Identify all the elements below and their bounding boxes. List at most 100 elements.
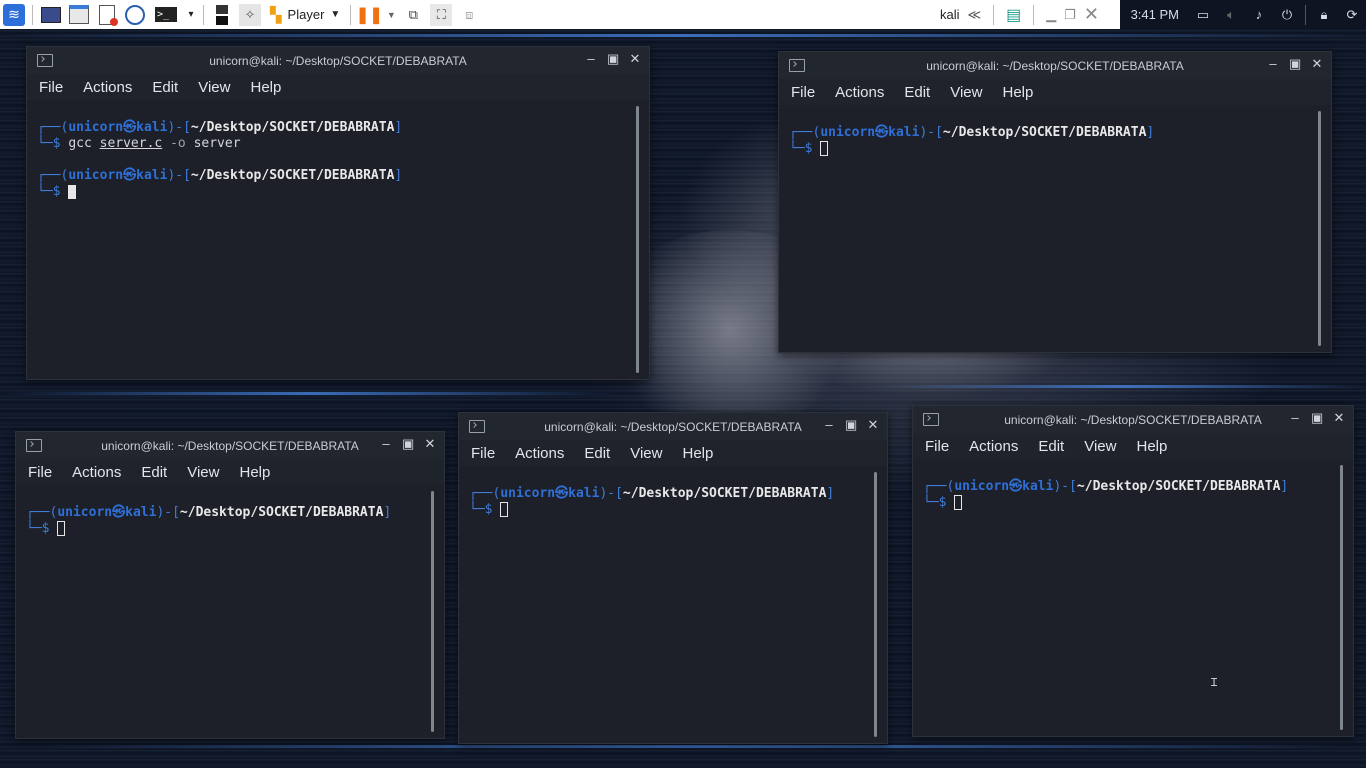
minimize-button[interactable]: – xyxy=(1267,56,1279,72)
menu-view[interactable]: View xyxy=(187,464,219,481)
menu-file[interactable]: File xyxy=(925,438,949,455)
close-button[interactable]: ✕ xyxy=(424,436,436,452)
close-button[interactable]: ✕ xyxy=(867,417,879,433)
clock[interactable]: 3:41 PM xyxy=(1131,7,1179,22)
menu-edit[interactable]: Edit xyxy=(1038,438,1064,455)
fullscreen-icon[interactable]: ⛶ xyxy=(430,3,453,26)
scrollbar[interactable] xyxy=(636,106,639,373)
power-icon[interactable]: ⏻ xyxy=(1277,5,1297,25)
menu-edit[interactable]: Edit xyxy=(584,445,610,462)
workspace-switcher-icon[interactable] xyxy=(211,4,233,26)
menu-edit[interactable]: Edit xyxy=(152,79,178,96)
title-bar[interactable]: unicorn@kali: ~/Desktop/SOCKET/DEBABRATA… xyxy=(779,52,1331,79)
terminal-output[interactable]: ┌──(unicorn㉿kali)-[~/Desktop/SOCKET/DEBA… xyxy=(779,105,1331,352)
display-icon[interactable]: ▭ xyxy=(1193,5,1213,25)
logout-icon[interactable]: ⟳ xyxy=(1342,5,1362,25)
pin-icon[interactable]: ✧ xyxy=(239,3,261,26)
terminal-icon[interactable]: >_ xyxy=(152,4,180,26)
prompt-line: ┌──(unicorn㉿kali)-[~/Desktop/SOCKET/DEBA… xyxy=(789,125,1155,140)
window-title: unicorn@kali: ~/Desktop/SOCKET/DEBABRATA xyxy=(209,53,467,68)
scrollbar[interactable] xyxy=(874,472,877,737)
player-menu[interactable]: ▚ Player ▼ xyxy=(264,6,346,24)
input-line: └─$ xyxy=(26,521,444,537)
scrollbar[interactable] xyxy=(431,491,434,732)
terminal-window[interactable]: unicorn@kali: ~/Desktop/SOCKET/DEBABRATA… xyxy=(26,46,650,380)
file-manager-icon[interactable] xyxy=(68,4,90,26)
menu-actions[interactable]: Actions xyxy=(969,438,1018,455)
menu-actions[interactable]: Actions xyxy=(83,79,132,96)
maximize-button[interactable]: ▣ xyxy=(402,436,414,452)
double-chevron-left-icon[interactable]: ≪ xyxy=(968,7,982,23)
menu-actions[interactable]: Actions xyxy=(835,84,884,101)
menu-view[interactable]: View xyxy=(198,79,230,96)
terminal-window[interactable]: unicorn@kali: ~/Desktop/SOCKET/DEBABRATA… xyxy=(778,51,1332,353)
terminal-window[interactable]: unicorn@kali: ~/Desktop/SOCKET/DEBABRATA… xyxy=(15,431,445,739)
menu-help[interactable]: Help xyxy=(239,464,270,481)
menu-file[interactable]: File xyxy=(471,445,495,462)
maximize-button[interactable]: ▣ xyxy=(607,51,619,67)
menu-actions[interactable]: Actions xyxy=(515,445,564,462)
title-bar[interactable]: unicorn@kali: ~/Desktop/SOCKET/DEBABRATA… xyxy=(16,432,444,459)
text-cursor xyxy=(954,495,963,510)
close-button[interactable]: ✕ xyxy=(1333,410,1345,426)
close-button[interactable]: ✕ xyxy=(629,51,641,67)
chevron-down-icon[interactable]: ▾ xyxy=(186,4,196,26)
text-cursor xyxy=(820,141,829,156)
scrollbar[interactable] xyxy=(1318,111,1321,346)
user-label[interactable]: kali xyxy=(940,7,960,22)
menu-view[interactable]: View xyxy=(1084,438,1116,455)
user-area: kali ≪ ▤ ▁ ❐ ✕ xyxy=(930,0,1099,29)
lock-icon[interactable]: 🔒︎ xyxy=(1314,5,1334,25)
menu-bar: File Actions Edit View Help xyxy=(16,459,444,485)
prompt-line: ┌──(unicorn㉿kali)-[~/Desktop/SOCKET/DEBA… xyxy=(923,479,1289,494)
minimize-button[interactable]: – xyxy=(585,51,597,67)
notes-icon[interactable]: ▤ xyxy=(1006,5,1021,25)
prompt-line: ┌──(unicorn㉿kali)-[~/Desktop/SOCKET/DEBA… xyxy=(37,168,403,183)
minimize-all-icon[interactable]: ▁ xyxy=(1046,7,1056,23)
menu-file[interactable]: File xyxy=(39,79,63,96)
terminal-output[interactable]: ┌──(unicorn㉿kali)-[~/Desktop/SOCKET/DEBA… xyxy=(913,459,1353,736)
volume-icon[interactable]: 🔈︎ xyxy=(1221,5,1241,25)
menu-bar: File Actions Edit View Help xyxy=(779,79,1331,105)
menu-edit[interactable]: Edit xyxy=(141,464,167,481)
terminal-window[interactable]: unicorn@kali: ~/Desktop/SOCKET/DEBABRATA… xyxy=(912,405,1354,737)
maximize-button[interactable]: ▣ xyxy=(845,417,857,433)
title-bar[interactable]: unicorn@kali: ~/Desktop/SOCKET/DEBABRATA… xyxy=(913,406,1353,433)
kali-menu-icon[interactable]: ≋ xyxy=(3,3,25,26)
restore-icon[interactable]: ❐ xyxy=(1064,7,1076,23)
web-browser-icon[interactable] xyxy=(124,4,146,26)
minimize-button[interactable]: – xyxy=(380,436,392,452)
bell-icon[interactable]: ♪ xyxy=(1249,5,1269,25)
menu-edit[interactable]: Edit xyxy=(904,84,930,101)
close-button[interactable]: ✕ xyxy=(1311,56,1323,72)
terminal-icon xyxy=(789,59,805,72)
pause-icon[interactable]: ❚❚ xyxy=(356,4,383,26)
menu-view[interactable]: View xyxy=(950,84,982,101)
maximize-button[interactable]: ▣ xyxy=(1311,410,1323,426)
wallpaper-streak xyxy=(880,385,1366,388)
maximize-button[interactable]: ▣ xyxy=(1289,56,1301,72)
menu-view[interactable]: View xyxy=(630,445,662,462)
menu-help[interactable]: Help xyxy=(1002,84,1033,101)
terminal-output[interactable]: ┌──(unicorn㉿kali)-[~/Desktop/SOCKET/DEBA… xyxy=(459,466,887,743)
chevron-down-icon[interactable]: ▼ xyxy=(386,4,396,26)
title-bar[interactable]: unicorn@kali: ~/Desktop/SOCKET/DEBABRATA… xyxy=(459,413,887,440)
unity-icon[interactable]: ⧈ xyxy=(458,4,480,26)
terminal-output[interactable]: ┌──(unicorn㉿kali)-[~/Desktop/SOCKET/DEBA… xyxy=(27,100,649,379)
menu-actions[interactable]: Actions xyxy=(72,464,121,481)
terminal-output[interactable]: ┌──(unicorn㉿kali)-[~/Desktop/SOCKET/DEBA… xyxy=(16,485,444,738)
close-icon[interactable]: ✕ xyxy=(1084,4,1099,25)
menu-help[interactable]: Help xyxy=(682,445,713,462)
terminal-window[interactable]: unicorn@kali: ~/Desktop/SOCKET/DEBABRATA… xyxy=(458,412,888,744)
scrollbar[interactable] xyxy=(1340,465,1343,730)
menu-file[interactable]: File xyxy=(28,464,52,481)
minimize-button[interactable]: – xyxy=(823,417,835,433)
menu-help[interactable]: Help xyxy=(1136,438,1167,455)
title-bar[interactable]: unicorn@kali: ~/Desktop/SOCKET/DEBABRATA… xyxy=(27,47,649,74)
network-icon[interactable]: ⧉ xyxy=(402,4,424,26)
minimize-button[interactable]: – xyxy=(1289,410,1301,426)
menu-help[interactable]: Help xyxy=(250,79,281,96)
menu-file[interactable]: File xyxy=(791,84,815,101)
text-editor-icon[interactable] xyxy=(96,4,118,26)
desktop-icon[interactable] xyxy=(40,4,62,26)
